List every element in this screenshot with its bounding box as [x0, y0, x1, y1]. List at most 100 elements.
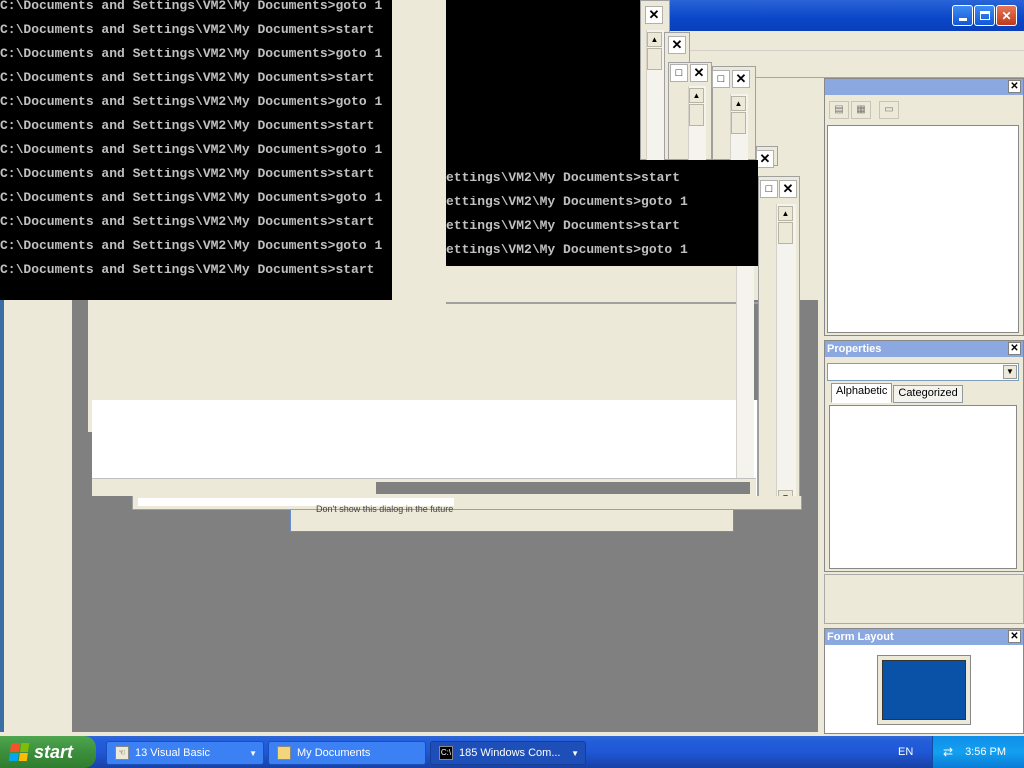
console-maximize-button[interactable]: □: [712, 70, 730, 88]
console-close-button[interactable]: ✕: [756, 150, 774, 168]
close-icon: ✕: [1001, 8, 1012, 23]
start-button[interactable]: start: [0, 736, 96, 768]
scroll-up-button[interactable]: ▲: [778, 206, 793, 221]
scroll-thumb[interactable]: [689, 104, 704, 126]
console-line: ettings\VM2\My Documents>start: [446, 220, 681, 233]
close-icon: ✕: [648, 7, 660, 22]
close-icon: ✕: [693, 65, 705, 80]
console-close-button[interactable]: ✕: [668, 36, 686, 54]
close-icon: ✕: [1010, 631, 1019, 642]
maximize-icon: [979, 11, 990, 20]
taskbar-item-windows-command[interactable]: C:\ 185 Windows Com... ▼: [430, 741, 586, 765]
close-icon: ✕: [759, 151, 771, 166]
console-line: C:\Documents and Settings\VM2\My Documen…: [0, 240, 383, 253]
object-selector-combo[interactable]: ▼: [827, 363, 1019, 381]
scroll-up-button[interactable]: ▲: [731, 96, 746, 111]
toggle-folders-button[interactable]: ▭: [879, 101, 899, 119]
windows-flag-icon: [8, 743, 30, 761]
close-button[interactable]: ✕: [996, 5, 1017, 26]
console-close-button[interactable]: ✕: [690, 64, 708, 82]
console-close-button[interactable]: ✕: [779, 180, 797, 198]
property-description: [824, 574, 1024, 624]
properties-title-label: Properties: [827, 343, 882, 355]
console-line: C:\Documents and Settings\VM2\My Documen…: [0, 216, 375, 229]
console-close-button[interactable]: ✕: [645, 6, 663, 24]
close-icon: ✕: [671, 37, 683, 52]
close-icon: ✕: [1010, 343, 1019, 354]
scroll-thumb[interactable]: [778, 222, 793, 244]
scroll-thumb[interactable]: [731, 112, 746, 134]
command-prompt-window[interactable]: ettings\VM2\My Documents>start ettings\V…: [446, 160, 758, 266]
dropdown-button[interactable]: ▼: [1003, 365, 1017, 379]
console-fragment: [446, 0, 640, 160]
project-explorer-panel: ✕ ▤ ▦ ▭: [824, 78, 1024, 336]
properties-close-button[interactable]: ✕: [1008, 342, 1021, 355]
scroll-thumb[interactable]: [647, 48, 662, 70]
form-layout-title[interactable]: Form Layout ✕: [825, 629, 1023, 645]
monitor-icon: [877, 655, 971, 725]
form-layout-title-label: Form Layout: [827, 631, 894, 643]
command-prompt-window[interactable]: C:\Documents and Settings\VM2\My Documen…: [0, 0, 392, 300]
project-explorer-title[interactable]: ✕: [825, 79, 1023, 95]
clock[interactable]: 3:56 PM: [965, 746, 1006, 758]
network-icon[interactable]: ⇄: [943, 745, 953, 759]
taskbar-item-visual-basic[interactable]: ☜ 13 Visual Basic ▼: [106, 741, 264, 765]
minimize-button[interactable]: [952, 5, 973, 26]
scroll-up-icon: ▲: [692, 91, 701, 100]
view-code-icon: ▤: [834, 104, 844, 115]
project-tree[interactable]: [827, 125, 1019, 333]
project-explorer-close-button[interactable]: ✕: [1008, 80, 1021, 93]
taskbar-item-my-documents[interactable]: My Documents: [268, 741, 426, 765]
divider: [446, 302, 758, 304]
console-maximize-button[interactable]: □: [670, 64, 688, 82]
system-tray: ⇄ 3:56 PM: [932, 736, 1024, 768]
console-line: C:\Documents and Settings\VM2\My Documen…: [0, 192, 383, 205]
language-indicator[interactable]: EN: [898, 746, 913, 758]
chevron-down-icon: ▼: [249, 748, 257, 758]
scroll-up-button[interactable]: ▲: [689, 88, 704, 103]
start-label: start: [34, 741, 74, 762]
console-line: C:\Documents and Settings\VM2\My Documen…: [0, 264, 375, 277]
maximize-button[interactable]: [974, 5, 995, 26]
vertical-scrollbar[interactable]: [776, 204, 796, 506]
view-code-button[interactable]: ▤: [829, 101, 849, 119]
console-line: C:\Documents and Settings\VM2\My Documen…: [0, 168, 375, 181]
console-line: ettings\VM2\My Documents>goto 1: [446, 244, 688, 257]
console-line: C:\Documents and Settings\VM2\My Documen…: [0, 144, 383, 157]
chevron-down-icon: ▼: [571, 748, 579, 758]
properties-panel: Properties ✕ ▼ Alphabetic Categorized: [824, 340, 1024, 572]
tab-categorized[interactable]: Categorized: [893, 385, 963, 403]
console-fragment: [392, 0, 446, 300]
form-layout-close-button[interactable]: ✕: [1008, 630, 1021, 643]
maximize-icon: □: [675, 67, 683, 79]
view-object-icon: ▦: [856, 104, 866, 115]
console-line: C:\Documents and Settings\VM2\My Documen…: [0, 96, 383, 109]
console-line: C:\Documents and Settings\VM2\My Documen…: [0, 48, 383, 61]
close-icon: ✕: [1010, 81, 1019, 92]
minimize-icon: [958, 18, 967, 21]
folder-icon: ▭: [884, 104, 894, 115]
console-maximize-button[interactable]: □: [760, 180, 778, 198]
console-close-button[interactable]: ✕: [732, 70, 750, 88]
dont-show-dialog-label: Don't show this dialog in the future: [316, 504, 454, 514]
scroll-up-icon: ▲: [650, 35, 659, 44]
horizontal-scroll-thumb[interactable]: [306, 482, 376, 494]
properties-title[interactable]: Properties ✕: [825, 341, 1023, 357]
close-icon: ✕: [782, 181, 794, 196]
close-icon: ✕: [735, 71, 747, 86]
scroll-up-button[interactable]: ▲: [647, 32, 662, 47]
console-line: C:\Documents and Settings\VM2\My Documen…: [0, 120, 375, 133]
tab-alphabetic[interactable]: Alphabetic: [831, 383, 893, 403]
window-border: [0, 300, 4, 732]
form-layout-panel: Form Layout ✕: [824, 628, 1024, 734]
view-object-button[interactable]: ▦: [851, 101, 871, 119]
designer-fragment: [446, 266, 738, 400]
console-line: C:\Documents and Settings\VM2\My Documen…: [0, 72, 375, 85]
folder-icon: [277, 746, 291, 760]
maximize-icon: □: [765, 183, 773, 195]
ide-title-bar[interactable]: ✕: [668, 0, 1024, 31]
properties-grid[interactable]: [829, 405, 1017, 569]
scroll-up-icon: ▲: [781, 209, 790, 218]
taskbar-item-label: My Documents: [297, 747, 371, 759]
form-layout-screen[interactable]: [882, 660, 966, 720]
